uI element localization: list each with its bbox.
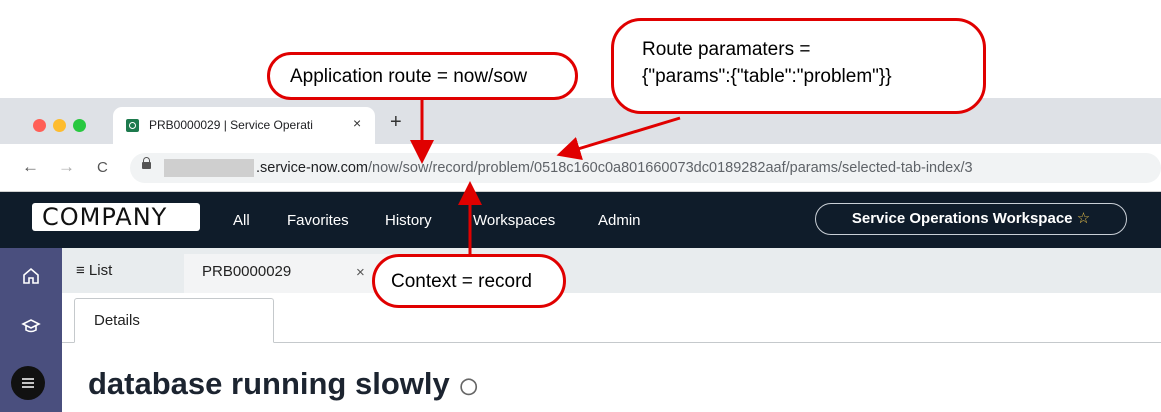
route-params-arrow: [556, 116, 681, 160]
app-route-text: Application route = now/sow: [290, 66, 528, 87]
route-params-line2: {"params":{"table":"problem"}}: [642, 66, 892, 87]
annotation-arrows: [410, 100, 681, 254]
context-text: Context = record: [391, 271, 532, 292]
context-callout: Context = record: [372, 254, 566, 308]
app-route-callout: Application route = now/sow: [267, 52, 578, 100]
route-params-line1: Route paramaters =: [642, 39, 811, 60]
route-params-callout: Route paramaters = {"params":{"table":"p…: [611, 18, 986, 114]
